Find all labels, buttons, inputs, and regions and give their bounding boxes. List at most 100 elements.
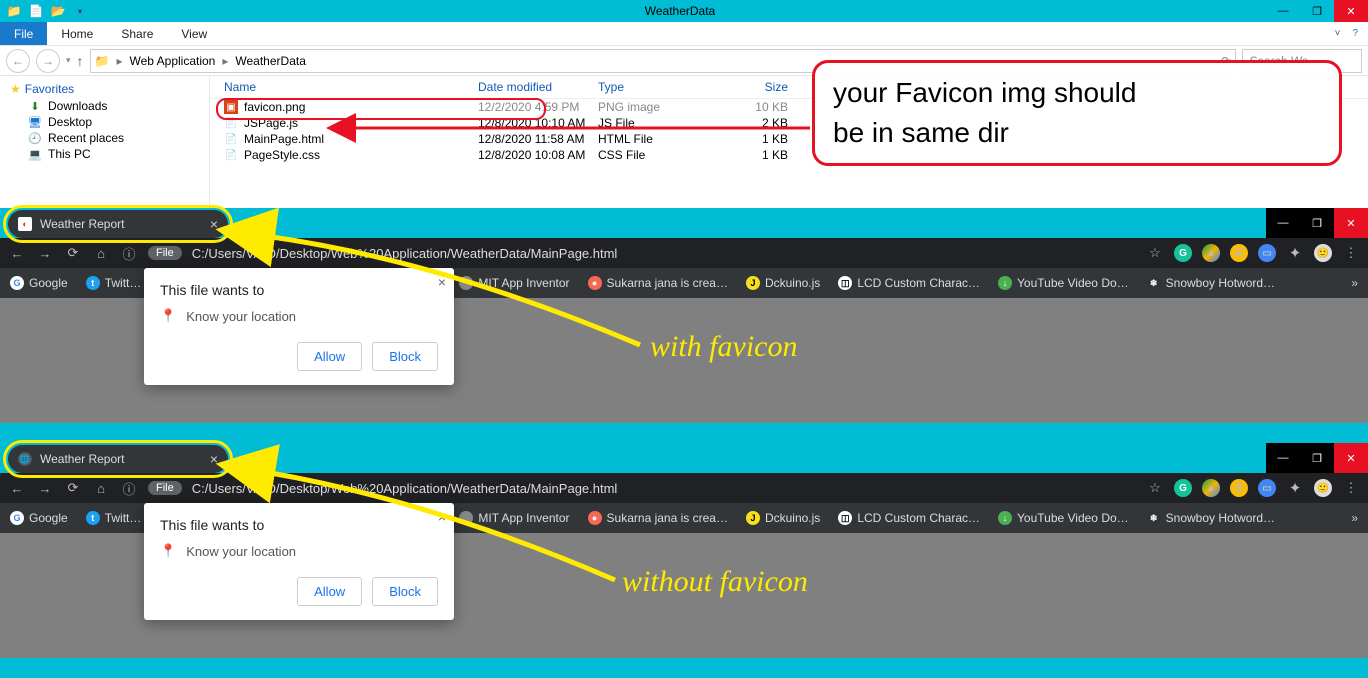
minimize-button[interactable]: ― — [1266, 443, 1300, 473]
tab-close-icon[interactable]: × — [210, 216, 218, 232]
annotation-note: your Favicon img should be in same dir — [812, 60, 1342, 166]
browser-tab[interactable]: ◐ Weather Report × — [8, 210, 228, 238]
col-date[interactable]: Date modified — [478, 80, 598, 94]
sidebar-item-thispc[interactable]: 💻This PC — [0, 146, 209, 162]
bookmark-star-icon[interactable]: ☆ — [1146, 245, 1164, 261]
bookmark-item[interactable]: JDckuino.js — [746, 511, 820, 525]
reload-button[interactable]: ⟳ — [64, 480, 82, 496]
html-file-icon: 📄 — [224, 132, 238, 146]
dialog-row: Know your location — [186, 309, 296, 324]
bookmark-item[interactable]: ❄Snowboy Hotword… — [1147, 276, 1275, 290]
tab-title: Weather Report — [40, 217, 125, 231]
close-button[interactable]: ✕ — [1334, 208, 1368, 238]
ribbon-expand-icon[interactable]: ˅ — [1335, 28, 1341, 39]
url-text[interactable]: C:/Users/VAIO/Desktop/Web%20Application/… — [192, 481, 618, 496]
col-size[interactable]: Size — [718, 80, 788, 94]
site-info-icon[interactable]: ⓘ — [120, 244, 138, 263]
bookmark-item[interactable]: tTwitt… — [86, 276, 142, 290]
close-button[interactable]: ✕ — [1334, 0, 1368, 22]
tab-close-icon[interactable]: × — [210, 451, 218, 467]
location-pin-icon: 📍 — [160, 308, 176, 324]
nav-forward-button[interactable]: → — [36, 49, 60, 73]
ext-blue-icon[interactable]: ▭ — [1258, 479, 1276, 497]
patreon-icon: ● — [588, 276, 602, 290]
breadcrumb-segment[interactable]: Web Application — [130, 54, 216, 68]
bookmark-item[interactable]: GGoogle — [10, 276, 68, 290]
maximize-button[interactable]: ❐ — [1300, 208, 1334, 238]
maximize-button[interactable]: ❐ — [1300, 0, 1334, 22]
home-button[interactable]: ⌂ — [92, 481, 110, 496]
site-info-icon[interactable]: ⓘ — [120, 479, 138, 498]
sidebar-item-desktop[interactable]: 🖥Desktop — [0, 114, 209, 130]
menu-icon[interactable]: ⋮ — [1342, 480, 1360, 496]
bookmark-item[interactable]: tTwitt… — [86, 511, 142, 525]
col-name[interactable]: Name — [218, 80, 478, 94]
default-globe-icon: 🌐 — [18, 452, 32, 466]
bookmark-item[interactable]: JDckuino.js — [746, 276, 820, 290]
ribbon-tab-share[interactable]: Share — [107, 27, 167, 41]
col-type[interactable]: Type — [598, 80, 718, 94]
help-icon[interactable]: ? — [1352, 28, 1358, 39]
bookmarks-overflow-icon[interactable]: » — [1351, 511, 1358, 525]
nav-up-button[interactable]: ↑ — [77, 53, 84, 69]
bookmark-star-icon[interactable]: ☆ — [1146, 480, 1164, 496]
ribbon-tab-home[interactable]: Home — [47, 27, 107, 41]
nav-back-button[interactable]: ← — [8, 481, 26, 496]
profile-avatar[interactable]: 🙂 — [1314, 244, 1332, 262]
nav-back-button[interactable]: ← — [8, 246, 26, 261]
close-button[interactable]: ✕ — [1334, 443, 1368, 473]
sidebar-item-downloads[interactable]: ⬇Downloads — [0, 98, 209, 114]
browser-tab[interactable]: 🌐 Weather Report × — [8, 445, 228, 473]
twitter-icon: t — [86, 511, 100, 525]
ext-grammarly-icon[interactable]: G — [1174, 244, 1192, 262]
ext-yellow-icon[interactable]: ☰ — [1230, 244, 1248, 262]
ext-grammarly-icon[interactable]: G — [1174, 479, 1192, 497]
pc-icon: 💻 — [28, 147, 42, 161]
bookmark-item[interactable]: ↓YouTube Video Do… — [998, 276, 1129, 290]
open-folder-icon[interactable]: 📂 — [50, 3, 66, 19]
bookmark-item[interactable]: MIT App Inventor — [459, 511, 569, 525]
extensions-icon[interactable]: ✦ — [1286, 479, 1304, 497]
bookmark-item[interactable]: GGoogle — [10, 511, 68, 525]
ribbon-tab-file[interactable]: File — [0, 22, 47, 45]
bookmark-item[interactable]: ◫LCD Custom Charac… — [838, 276, 980, 290]
nav-forward-button[interactable]: → — [36, 481, 54, 496]
bookmark-item[interactable]: ◫LCD Custom Charac… — [838, 511, 980, 525]
ribbon-tab-view[interactable]: View — [167, 27, 221, 41]
minimize-button[interactable]: ― — [1266, 0, 1300, 22]
minimize-button[interactable]: ― — [1266, 208, 1300, 238]
bookmark-item[interactable]: ●Sukarna jana is crea… — [588, 276, 728, 290]
ext-blue-icon[interactable]: ▭ — [1258, 244, 1276, 262]
allow-button[interactable]: Allow — [297, 342, 362, 371]
block-button[interactable]: Block — [372, 342, 438, 371]
bookmark-item[interactable]: ❄Snowboy Hotword… — [1147, 511, 1275, 525]
extensions-icon[interactable]: ✦ — [1286, 244, 1304, 262]
ext-drive-icon[interactable]: ▲ — [1202, 479, 1220, 497]
url-text[interactable]: C:/Users/VAIO/Desktop/Web%20Application/… — [192, 246, 618, 261]
bookmarks-overflow-icon[interactable]: » — [1351, 276, 1358, 290]
sidebar-item-recent[interactable]: 🕘Recent places — [0, 130, 209, 146]
bookmark-item[interactable]: ↓YouTube Video Do… — [998, 511, 1129, 525]
profile-avatar[interactable]: 🙂 — [1314, 479, 1332, 497]
nav-recent-dropdown[interactable]: ▾ — [66, 55, 71, 66]
url-file-chip: File — [148, 481, 182, 495]
download-icon: ↓ — [998, 276, 1012, 290]
qat-dropdown-icon[interactable]: ▾ — [72, 3, 88, 19]
maximize-button[interactable]: ❐ — [1300, 443, 1334, 473]
sidebar-favorites-header[interactable]: ★ Favorites — [0, 80, 209, 98]
bookmark-item[interactable]: ●Sukarna jana is crea… — [588, 511, 728, 525]
new-doc-icon[interactable]: 📄 — [28, 3, 44, 19]
breadcrumb-segment[interactable]: WeatherData — [235, 54, 305, 68]
dialog-close-icon[interactable]: × — [438, 509, 446, 525]
nav-forward-button[interactable]: → — [36, 246, 54, 261]
reload-button[interactable]: ⟳ — [64, 245, 82, 261]
ext-yellow-icon[interactable]: ☰ — [1230, 479, 1248, 497]
block-button[interactable]: Block — [372, 577, 438, 606]
menu-icon[interactable]: ⋮ — [1342, 245, 1360, 261]
home-button[interactable]: ⌂ — [92, 246, 110, 261]
ext-drive-icon[interactable]: ▲ — [1202, 244, 1220, 262]
nav-back-button[interactable]: ← — [6, 49, 30, 73]
bookmark-item[interactable]: MIT App Inventor — [459, 276, 569, 290]
allow-button[interactable]: Allow — [297, 577, 362, 606]
dialog-close-icon[interactable]: × — [438, 274, 446, 290]
